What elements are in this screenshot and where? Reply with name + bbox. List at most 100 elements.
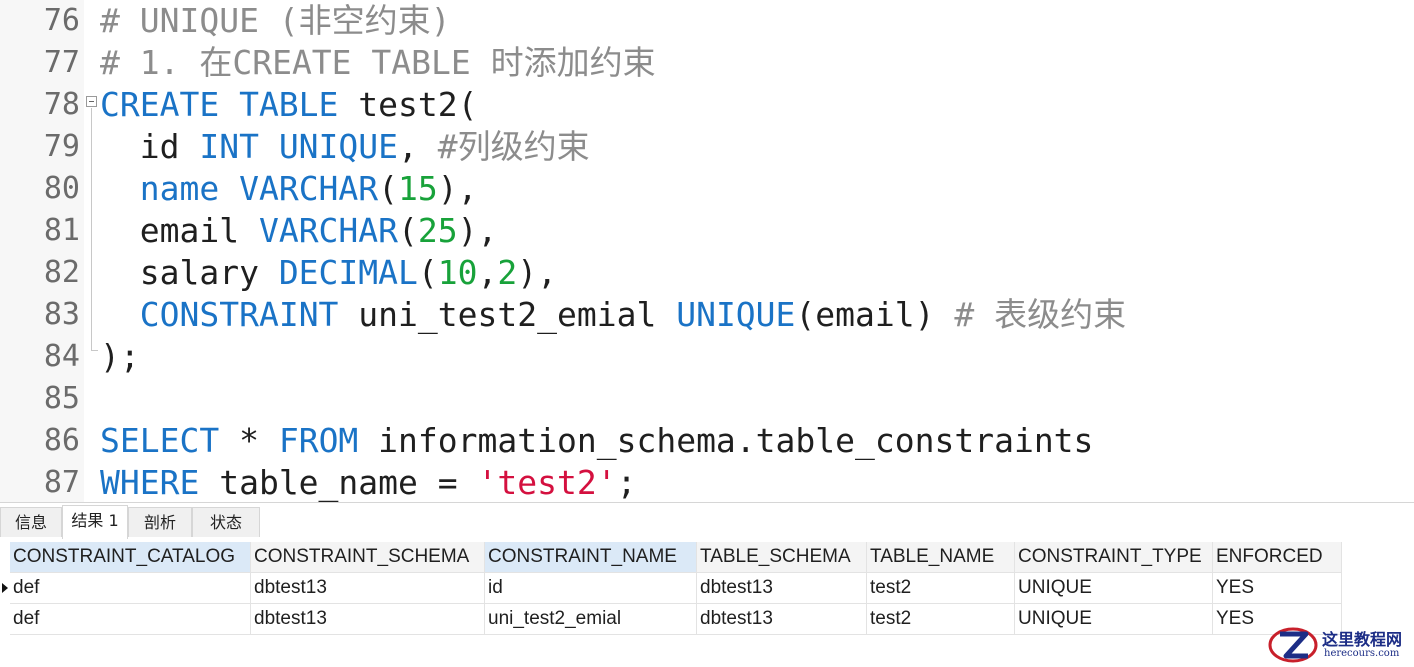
result-tabs: 信息 结果 1 剖析 状态: [0, 502, 1414, 539]
code-line[interactable]: 87 WHERE table_name = 'test2';: [0, 462, 1414, 502]
code-token: 25: [417, 211, 458, 250]
code-line[interactable]: 83 CONSTRAINT uni_test2_emial UNIQUE(ema…: [0, 294, 1414, 336]
code-token: 15: [398, 169, 438, 208]
line-number: 82: [43, 255, 80, 290]
code-text[interactable]: salary DECIMAL(10,2),: [100, 252, 557, 294]
code-token: # 1. 在CREATE TABLE 时添加约束: [100, 43, 656, 82]
column-header[interactable]: CONSTRAINT_SCHEMA: [251, 542, 485, 572]
code-token: DECIMAL: [278, 253, 418, 292]
code-token: );: [100, 337, 140, 376]
code-token: name VARCHAR: [139, 169, 379, 208]
watermark-logo: 这里教程网 herecours.com: [1266, 622, 1412, 666]
code-token: # UNIQUE (非空约束): [100, 1, 451, 40]
line-number: 87: [43, 465, 80, 500]
code-token: ,: [398, 127, 438, 166]
tab-status[interactable]: 状态: [192, 507, 260, 537]
column-header[interactable]: ENFORCED: [1213, 542, 1342, 572]
grid-header-row: CONSTRAINT_CATALOG CONSTRAINT_SCHEMA CON…: [10, 542, 1342, 573]
code-token: ,: [477, 253, 498, 292]
code-line[interactable]: 86 SELECT * FROM information_schema.table…: [0, 420, 1414, 462]
code-text[interactable]: );: [100, 336, 140, 378]
line-number: 81: [43, 213, 80, 248]
table-cell[interactable]: YES: [1213, 573, 1342, 603]
code-line[interactable]: 81 email VARCHAR(25),: [0, 210, 1414, 252]
code-token: UNIQUE: [676, 295, 796, 334]
table-cell[interactable]: dbtest13: [697, 573, 867, 603]
table-row[interactable]: def dbtest13 uni_test2_emial dbtest13 te…: [10, 604, 1342, 635]
table-cell[interactable]: uni_test2_emial: [485, 604, 697, 634]
line-number: 80: [43, 171, 80, 206]
code-token: ),: [437, 169, 478, 208]
watermark-url: herecours.com: [1324, 648, 1400, 659]
code-text[interactable]: email VARCHAR(25),: [100, 210, 498, 252]
code-token: SELECT: [100, 421, 220, 460]
code-text[interactable]: id INT UNIQUE, #列级约束: [100, 126, 590, 168]
code-token: WHERE: [100, 463, 200, 502]
column-header[interactable]: CONSTRAINT_NAME: [485, 542, 697, 572]
table-cell[interactable]: UNIQUE: [1015, 573, 1213, 603]
table-cell[interactable]: def: [10, 604, 251, 634]
code-token: # 表级约束: [954, 295, 1127, 334]
code-token: salary: [100, 253, 279, 292]
table-cell[interactable]: id: [485, 573, 697, 603]
line-number: 83: [43, 297, 80, 332]
code-token: #列级约束: [437, 127, 590, 166]
line-number: 84: [43, 339, 80, 374]
code-text[interactable]: CONSTRAINT uni_test2_emial UNIQUE(email)…: [100, 294, 1126, 336]
code-token: 10: [437, 253, 478, 292]
code-text[interactable]: # UNIQUE (非空约束): [100, 0, 451, 42]
code-token: test2(: [338, 85, 478, 124]
table-row[interactable]: def dbtest13 id dbtest13 test2 UNIQUE YE…: [2, 573, 1342, 604]
table-cell[interactable]: dbtest13: [251, 573, 485, 603]
code-token: VARCHAR: [258, 211, 399, 250]
tab-info[interactable]: 信息: [0, 507, 62, 537]
code-line[interactable]: 76 # UNIQUE (非空约束): [0, 0, 1414, 42]
code-token: CONSTRAINT: [139, 295, 339, 334]
code-line[interactable]: 85: [0, 378, 1414, 420]
tab-result-1[interactable]: 结果 1: [62, 505, 128, 539]
code-token: uni_test2_emial: [338, 295, 677, 334]
column-header[interactable]: TABLE_SCHEMA: [697, 542, 867, 572]
code-token: id: [100, 127, 200, 166]
results-grid[interactable]: CONSTRAINT_CATALOG CONSTRAINT_SCHEMA CON…: [2, 542, 1342, 635]
code-token: (email): [795, 295, 955, 334]
code-text[interactable]: name VARCHAR(15),: [100, 168, 478, 210]
code-text[interactable]: SELECT * FROM information_schema.table_c…: [100, 420, 1093, 462]
table-cell[interactable]: dbtest13: [697, 604, 867, 634]
line-number: 85: [43, 381, 80, 416]
code-token: table_name =: [199, 463, 478, 502]
current-row-indicator-icon: [2, 583, 8, 593]
code-token: CREATE TABLE: [100, 85, 339, 124]
table-cell[interactable]: test2: [867, 573, 1015, 603]
sql-editor[interactable]: 76 # UNIQUE (非空约束) 77 # 1. 在CREATE TABLE 时添…: [0, 0, 1414, 502]
code-token: information_schema.table_constraints: [358, 421, 1094, 460]
line-number: 86: [43, 423, 80, 458]
table-cell[interactable]: def: [10, 573, 251, 603]
code-line[interactable]: 80 name VARCHAR(15),: [0, 168, 1414, 210]
column-header[interactable]: TABLE_NAME: [867, 542, 1015, 572]
code-token: 2: [497, 253, 518, 292]
z-logo-icon: [1268, 627, 1318, 663]
code-line[interactable]: 78 CREATE TABLE test2(: [0, 84, 1414, 126]
code-token: ;: [616, 463, 637, 502]
code-text[interactable]: WHERE table_name = 'test2';: [100, 462, 636, 502]
column-header[interactable]: CONSTRAINT_CATALOG: [10, 542, 251, 572]
code-line[interactable]: 77 # 1. 在CREATE TABLE 时添加约束: [0, 42, 1414, 84]
table-cell[interactable]: dbtest13: [251, 604, 485, 634]
code-token: *: [219, 421, 279, 460]
code-token: 'test2': [477, 463, 617, 502]
line-number: 78: [43, 87, 80, 122]
code-text[interactable]: # 1. 在CREATE TABLE 时添加约束: [100, 42, 656, 84]
code-line[interactable]: 79 id INT UNIQUE, #列级约束: [0, 126, 1414, 168]
table-cell[interactable]: test2: [867, 604, 1015, 634]
code-line[interactable]: 84);: [0, 336, 1414, 378]
code-line[interactable]: 82 salary DECIMAL(10,2),: [0, 252, 1414, 294]
tab-profile[interactable]: 剖析: [128, 507, 192, 537]
line-number: 76: [43, 3, 80, 38]
table-cell[interactable]: UNIQUE: [1015, 604, 1213, 634]
code-text[interactable]: CREATE TABLE test2(: [100, 84, 478, 126]
watermark-title: 这里教程网: [1322, 630, 1403, 649]
column-header[interactable]: CONSTRAINT_TYPE: [1015, 542, 1213, 572]
